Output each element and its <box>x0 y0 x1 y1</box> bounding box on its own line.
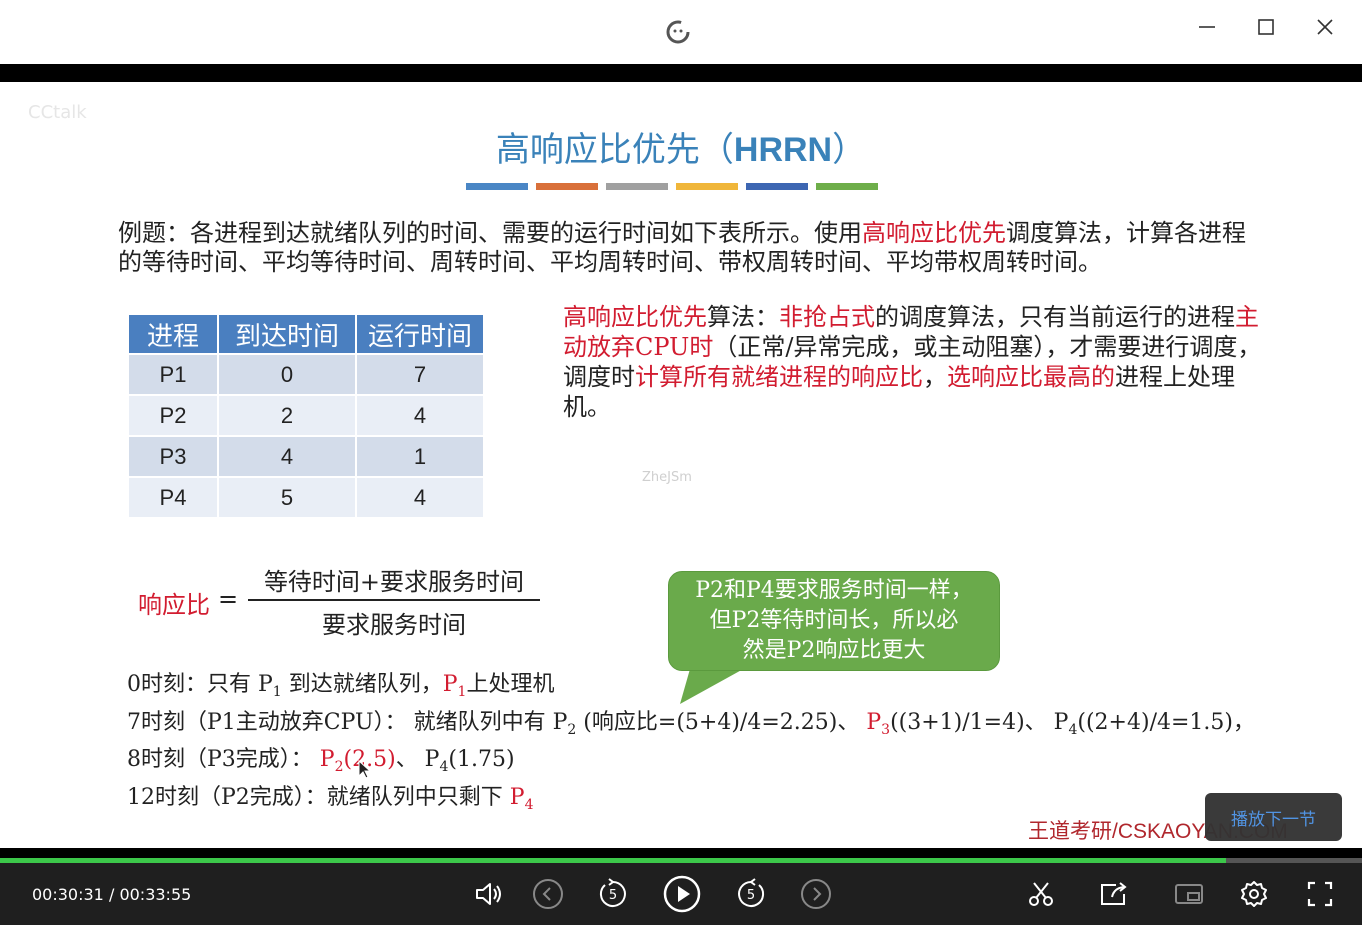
previous-button[interactable] <box>528 876 568 912</box>
table-cell: 4 <box>357 396 483 435</box>
table-row: P4 5 4 <box>129 478 483 517</box>
table-cell: 7 <box>357 355 483 394</box>
play-icon <box>663 875 701 913</box>
close-icon <box>1317 19 1333 35</box>
maximize-icon <box>1258 19 1274 35</box>
algorithm-description: 高响应比优先算法：非抢占式的调度算法，只有当前运行的进程主动放弃CPU时（正常/… <box>563 303 1262 421</box>
table-cell: 4 <box>357 478 483 517</box>
video-top-letterbox <box>0 64 1362 82</box>
time-display: 00:30:31 / 00:33:55 <box>32 885 192 904</box>
formula-denominator: 要求服务时间 <box>322 611 466 639</box>
volume-icon <box>476 883 501 905</box>
table-cell: 4 <box>219 437 355 476</box>
picture-in-picture-button[interactable] <box>1169 876 1209 912</box>
table-cell: P2 <box>129 396 217 435</box>
slide-title: 高响应比优先（HRRN） <box>495 130 867 170</box>
share-button[interactable] <box>1094 876 1134 912</box>
table-cell: P1 <box>129 355 217 394</box>
close-button[interactable] <box>1307 12 1343 42</box>
table-row: P1 0 7 <box>129 355 483 394</box>
schedule-steps: 0时刻：只有 P1 到达就绪队列，P1上处理机 7时刻（P1主动放弃CPU）： … <box>127 670 1255 820</box>
current-time: 00:30:31 <box>32 885 104 904</box>
share-icon <box>1101 882 1127 905</box>
title-color-bars <box>466 183 878 190</box>
player-controls: 00:30:31 / 00:33:55 5 5 <box>0 863 1362 925</box>
color-bar <box>606 183 668 190</box>
chevron-right-icon <box>801 879 831 909</box>
formula-numerator: 等待时间+要求服务时间 <box>263 568 525 596</box>
settings-button[interactable] <box>1234 876 1274 912</box>
step-line: 0时刻：只有 P1 到达就绪队列，P1上处理机 <box>127 672 555 700</box>
rewind-5-icon: 5 <box>599 878 626 907</box>
table-cell: 0 <box>219 355 355 394</box>
process-table: 进程 到达时间 运行时间 P1 0 7 P2 2 4 P3 4 1 P4 5 4 <box>127 313 485 519</box>
window-titlebar <box>0 0 1362 65</box>
table-cell: P4 <box>129 478 217 517</box>
table-cell: P3 <box>129 437 217 476</box>
table-cell: 5 <box>219 478 355 517</box>
gear-icon <box>1241 881 1267 907</box>
minimize-icon <box>1199 26 1215 28</box>
svg-text:5: 5 <box>609 888 617 903</box>
total-time: 00:33:55 <box>119 885 192 904</box>
formula-equals: = <box>218 585 239 613</box>
step-line: 7时刻（P1主动放弃CPU）： 就绪队列中有 P2 (响应比=(5+4)/4=2… <box>127 709 1255 738</box>
problem-statement: 例题：各进程到达就绪队列的时间、需要的运行时间如下表所示。使用高响应比优先调度算… <box>118 219 1246 276</box>
color-bar <box>746 183 808 190</box>
step-line: 8时刻（P3完成）： P2(2.5)、 P4(1.75) <box>127 747 515 775</box>
table-row: P2 2 4 <box>129 396 483 435</box>
callout-text: P2和P4要求服务时间一样， 但P2等待时间长，所以必 然是P2响应比更大 <box>695 578 973 663</box>
chevron-left-icon <box>533 879 563 909</box>
next-button[interactable] <box>796 876 836 912</box>
pip-icon <box>1175 884 1203 904</box>
color-bar <box>676 183 738 190</box>
forward-5s-button[interactable]: 5 <box>731 876 771 912</box>
fraction-line <box>248 599 540 601</box>
play-next-button[interactable]: 播放下一节 <box>1205 793 1342 841</box>
table-header: 进程 <box>129 315 217 353</box>
table-row: P3 4 1 <box>129 437 483 476</box>
formula-label: 响应比 <box>138 591 210 619</box>
app-logo-icon <box>666 20 690 44</box>
cctalk-watermark: CCtalk <box>28 102 87 123</box>
play-button[interactable] <box>660 875 704 913</box>
color-bar <box>466 183 528 190</box>
rewind-5s-button[interactable]: 5 <box>593 876 633 912</box>
video-frame[interactable]: CCtalk 高响应比优先（HRRN） 例题：各进程到达就绪队列的时间、需要的运… <box>0 82 1362 848</box>
svg-text:5: 5 <box>747 888 755 903</box>
table-header: 运行时间 <box>357 315 483 353</box>
table-cell: 2 <box>219 396 355 435</box>
callout-bubble: P2和P4要求服务时间一样， 但P2等待时间长，所以必 然是P2响应比更大 <box>668 571 1000 671</box>
table-header: 到达时间 <box>219 315 355 353</box>
scissors-icon <box>1029 882 1053 906</box>
center-watermark: ZheJSm <box>642 470 692 485</box>
maximize-button[interactable] <box>1248 12 1284 42</box>
clip-button[interactable] <box>1021 876 1061 912</box>
volume-button[interactable] <box>469 876 509 912</box>
fullscreen-icon <box>1307 881 1333 907</box>
mouse-cursor-icon <box>358 760 372 779</box>
color-bar <box>816 183 878 190</box>
minimize-button[interactable] <box>1189 12 1225 42</box>
forward-5-icon: 5 <box>738 878 765 907</box>
color-bar <box>536 183 598 190</box>
fullscreen-button[interactable] <box>1300 876 1340 912</box>
table-cell: 1 <box>357 437 483 476</box>
